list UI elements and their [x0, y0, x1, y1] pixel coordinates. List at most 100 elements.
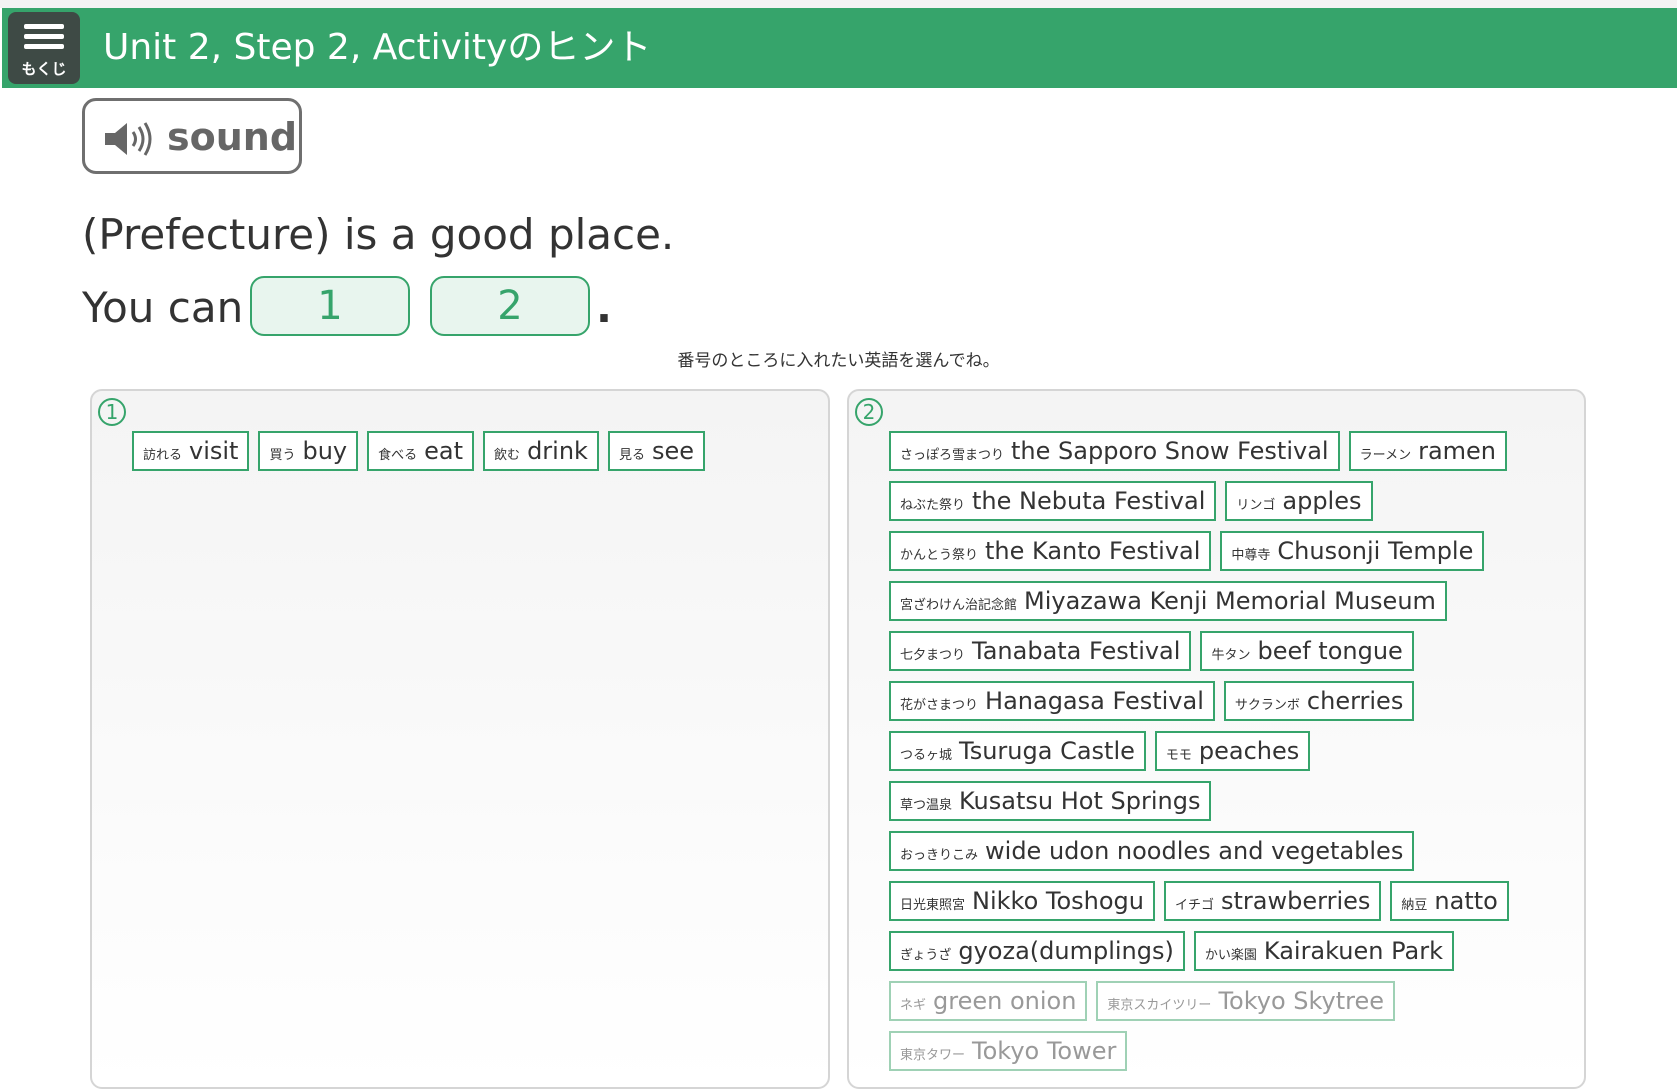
chip-japanese: さっぽろ雪まつり	[900, 448, 1005, 463]
chip-english: beef tongue	[1257, 637, 1403, 665]
chip-japanese: かんとう祭り	[900, 548, 979, 563]
chip-row: 東京タワー Tokyo Tower	[889, 1031, 1579, 1081]
chip-english: strawberries	[1221, 887, 1371, 915]
chip-english: peaches	[1198, 737, 1300, 765]
page-title: Unit 2, Step 2, Activityのヒント	[103, 27, 652, 68]
choice-chip[interactable]: 食べる eat	[367, 431, 475, 471]
choice-chip[interactable]: さっぽろ雪まつり the Sapporo Snow Festival	[889, 431, 1340, 471]
choice-chip[interactable]: 花がさまつり Hanagasa Festival	[889, 681, 1215, 721]
choice-chip[interactable]: ねぶた祭り the Nebuta Festival	[889, 481, 1217, 521]
chip-english: the Nebuta Festival	[972, 487, 1206, 515]
chip-japanese: ぎょうざ	[900, 948, 952, 963]
choice-chip[interactable]: おっきりこみ wide udon noodles and vegetables	[889, 831, 1415, 871]
chip-japanese: サクランボ	[1234, 698, 1300, 713]
choice-chip[interactable]: 日光東照宮 Nikko Toshogu	[889, 881, 1155, 921]
chip-english: Hanagasa Festival	[985, 687, 1204, 715]
choice-chip[interactable]: つるヶ城 Tsuruga Castle	[889, 731, 1146, 771]
sentence-line-2-prefix: You can	[82, 283, 244, 332]
chip-row: 日光東照宮 Nikko Toshogu イチゴ strawberries 納豆 natto	[889, 881, 1579, 931]
instruction-text: 番号のところに入れたい英語を選んでね。	[677, 351, 1000, 371]
choice-chip[interactable]: 宮ざわけん治記念館 Miyazawa Kenji Memorial Museum	[889, 581, 1447, 621]
chip-japanese: 花がさまつり	[900, 698, 979, 713]
blank-2[interactable]: 2	[430, 276, 590, 336]
chip-row: 宮ざわけん治記念館 Miyazawa Kenji Memorial Museum	[889, 581, 1579, 631]
chip-row: 草つ温泉 Kusatsu Hot Springs	[889, 781, 1579, 831]
chip-english: Tsuruga Castle	[959, 737, 1135, 765]
chip-english: wide udon noodles and vegetables	[985, 837, 1404, 865]
choice-chip[interactable]: サクランボ cherries	[1223, 681, 1415, 721]
verb-chip-list: 訪れる visit 買う buy 食べる eat 飲む drink 見る see	[132, 431, 822, 481]
menu-label: もくじ	[21, 60, 67, 78]
chip-row: つるヶ城 Tsuruga Castle モモ peaches	[889, 731, 1579, 781]
choice-chip[interactable]: かんとう祭り the Kanto Festival	[889, 531, 1212, 571]
chip-row: ぎょうざ gyoza(dumplings) かい楽園 Kairakuen Park	[889, 931, 1579, 981]
sentence-line-1: (Prefecture) is a good place.	[82, 210, 675, 259]
choice-chip[interactable]: 中尊寺 Chusonji Temple	[1220, 531, 1485, 571]
choice-chip[interactable]: 見る see	[607, 431, 706, 471]
chip-japanese: 七夕まつり	[900, 648, 966, 663]
choice-chip[interactable]: 訪れる visit	[132, 431, 250, 471]
choice-chip[interactable]: ぎょうざ gyoza(dumplings)	[889, 931, 1185, 971]
hamburger-icon	[24, 24, 64, 54]
chip-row: さっぽろ雪まつり the Sapporo Snow Festival ラーメン ram…	[889, 431, 1579, 481]
chip-english: Tokyo Tower	[972, 1037, 1117, 1065]
chip-japanese: 東京スカイツリー	[1107, 998, 1212, 1013]
sound-button[interactable]: sound	[82, 98, 302, 174]
choice-chip[interactable]: 納豆 natto	[1390, 881, 1509, 921]
choice-chip[interactable]: 牛タン beef tongue	[1200, 631, 1414, 671]
chip-english: see	[651, 437, 695, 465]
sound-label: sound	[167, 115, 298, 159]
top-strip	[0, 0, 1677, 8]
object-choices-panel: 2 さっぽろ雪まつり the Sapporo Snow Festival ラーメン r…	[847, 389, 1586, 1089]
chip-japanese: ねぶた祭り	[900, 498, 966, 513]
chip-japanese: 訪れる	[143, 448, 183, 463]
choice-chip[interactable]: ネギ green onion	[889, 981, 1088, 1021]
chip-japanese: 草つ温泉	[900, 798, 953, 813]
chip-japanese: 見る	[618, 448, 645, 463]
chip-japanese: 中尊寺	[1231, 548, 1271, 563]
chip-japanese: 買う	[269, 448, 296, 463]
choice-chip[interactable]: イチゴ strawberries	[1164, 881, 1382, 921]
chip-japanese: ラーメン	[1359, 448, 1412, 463]
choice-chip[interactable]: 七夕まつり Tanabata Festival	[889, 631, 1192, 671]
chip-row: 花がさまつり Hanagasa Festival サクランボ cherries	[889, 681, 1579, 731]
choice-chip[interactable]: 買う buy	[258, 431, 359, 471]
choice-chip[interactable]: かい楽園 Kairakuen Park	[1193, 931, 1454, 971]
chip-english: Miyazawa Kenji Memorial Museum	[1024, 587, 1436, 615]
chip-row: ねぶた祭り the Nebuta Festival リンゴ apples	[889, 481, 1579, 531]
chip-japanese: ネギ	[900, 998, 927, 1013]
chip-english: buy	[302, 437, 348, 465]
chip-japanese: 納豆	[1401, 898, 1428, 913]
chip-english: Nikko Toshogu	[972, 887, 1144, 915]
chip-english: green onion	[933, 987, 1077, 1015]
chip-english: visit	[189, 437, 239, 465]
chip-english: the Kanto Festival	[985, 537, 1201, 565]
chip-english: apples	[1282, 487, 1362, 515]
choice-chip[interactable]: ラーメン ramen	[1348, 431, 1508, 471]
chip-row: ネギ green onion 東京スカイツリー Tokyo Skytree	[889, 981, 1579, 1031]
choice-chip[interactable]: 飲む drink	[483, 431, 599, 471]
chip-english: Kusatsu Hot Springs	[959, 787, 1201, 815]
choice-chip[interactable]: 東京スカイツリー Tokyo Skytree	[1096, 981, 1396, 1021]
chip-english: gyoza(dumplings)	[958, 937, 1174, 965]
chip-english: Chusonji Temple	[1277, 537, 1474, 565]
menu-button[interactable]: もくじ	[8, 12, 80, 84]
chip-row: 七夕まつり Tanabata Festival 牛タン beef tongue	[889, 631, 1579, 681]
chip-english: cherries	[1306, 687, 1404, 715]
speaker-icon	[105, 122, 152, 156]
chip-japanese: イチゴ	[1175, 898, 1215, 913]
chip-japanese: つるヶ城	[900, 748, 953, 763]
chip-english: ramen	[1418, 437, 1497, 465]
choice-chip[interactable]: モモ peaches	[1154, 731, 1311, 771]
chip-english: Tanabata Festival	[972, 637, 1181, 665]
chip-japanese: 東京タワー	[900, 1048, 966, 1063]
chip-japanese: おっきりこみ	[900, 848, 979, 863]
choice-chip[interactable]: 東京タワー Tokyo Tower	[889, 1031, 1128, 1071]
choice-chip[interactable]: リンゴ apples	[1225, 481, 1373, 521]
panel-number-2: 2	[855, 398, 883, 426]
chip-english: eat	[424, 437, 464, 465]
chip-japanese: リンゴ	[1236, 498, 1276, 513]
chip-japanese: 食べる	[378, 448, 418, 463]
blank-1[interactable]: 1	[250, 276, 410, 336]
choice-chip[interactable]: 草つ温泉 Kusatsu Hot Springs	[889, 781, 1212, 821]
